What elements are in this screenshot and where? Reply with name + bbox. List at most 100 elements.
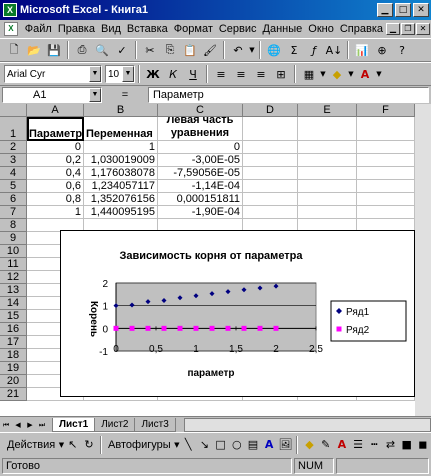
empty-cell[interactable] — [357, 154, 415, 167]
row-header-3[interactable]: 3 — [0, 154, 27, 167]
workbook-minimize-button[interactable]: ▁ — [386, 23, 400, 35]
dash-style-icon[interactable]: ┅ — [366, 435, 382, 455]
empty-cell[interactable] — [357, 180, 415, 193]
excel-icon[interactable]: X — [3, 3, 17, 17]
help-icon[interactable]: ? — [392, 40, 412, 60]
empty-cell[interactable] — [298, 167, 357, 180]
empty-cell[interactable] — [357, 117, 415, 141]
data-cell[interactable]: 1 — [27, 206, 84, 219]
select-objects-icon[interactable]: ↖ — [65, 435, 81, 455]
shadow-icon[interactable]: ■ — [399, 435, 415, 455]
data-cell[interactable]: 0,4 — [27, 167, 84, 180]
row-header-8[interactable]: 8 — [0, 219, 27, 232]
column-header-d[interactable]: D — [243, 104, 298, 117]
3d-icon[interactable]: ◼ — [415, 435, 431, 455]
workbook-restore-button[interactable]: ❐ — [401, 23, 415, 35]
line-icon[interactable]: ╲ — [180, 435, 196, 455]
menu-data[interactable]: Данные — [260, 23, 306, 35]
first-sheet-icon[interactable]: ⏮ — [0, 419, 12, 431]
empty-cell[interactable] — [243, 193, 298, 206]
print-icon[interactable]: ⎙ — [72, 40, 92, 60]
data-cell[interactable]: 0,6 — [27, 180, 84, 193]
row-header-12[interactable]: 12 — [0, 271, 27, 284]
row-header-1[interactable]: 1 — [0, 117, 27, 141]
draw-actions-button[interactable]: Действия — [4, 439, 58, 451]
row-header-10[interactable]: 10 — [0, 245, 27, 258]
chevron-down-icon[interactable]: ▼ — [122, 66, 134, 82]
clipart-icon[interactable]: 🖼 — [277, 435, 293, 455]
empty-cell[interactable] — [243, 117, 298, 141]
empty-cell[interactable] — [298, 117, 357, 141]
bold-icon[interactable]: Ж — [143, 64, 163, 84]
data-cell[interactable]: -1,14E-04 — [158, 180, 243, 193]
empty-cell[interactable] — [357, 206, 415, 219]
paste-icon[interactable]: 📋 — [180, 40, 200, 60]
row-header-5[interactable]: 5 — [0, 180, 27, 193]
cut-icon[interactable]: ✂ — [140, 40, 160, 60]
column-header-b[interactable]: B — [84, 104, 158, 117]
oval-icon[interactable]: ○ — [229, 435, 245, 455]
chevron-down-icon[interactable]: ▼ — [89, 88, 101, 102]
data-cell[interactable]: 1,440095195 — [84, 206, 158, 219]
maximize-button[interactable]: □ — [395, 3, 411, 17]
row-header-13[interactable]: 13 — [0, 284, 27, 297]
workbook-icon[interactable]: X — [4, 22, 18, 36]
data-cell[interactable]: 0 — [158, 141, 243, 154]
data-cell[interactable]: 1,176038078 — [84, 167, 158, 180]
line-style-icon[interactable]: ☰ — [350, 435, 366, 455]
undo-icon[interactable]: ↶ — [228, 40, 248, 60]
header-cell[interactable]: Переменная — [84, 117, 158, 141]
row-header-11[interactable]: 11 — [0, 258, 27, 271]
fill-color-icon[interactable]: ◆ — [301, 435, 317, 455]
sort-ascending-icon[interactable]: A↓ — [324, 40, 344, 60]
merge-center-icon[interactable]: ⊞ — [271, 64, 291, 84]
row-header-17[interactable]: 17 — [0, 336, 27, 349]
column-header-e[interactable]: E — [298, 104, 357, 117]
hyperlink-icon[interactable]: 🌐 — [264, 40, 284, 60]
underline-icon[interactable]: Ч — [183, 64, 203, 84]
spelling-icon[interactable]: ✓ — [112, 40, 132, 60]
align-left-icon[interactable]: ≡ — [211, 64, 231, 84]
chevron-down-icon[interactable]: ▼ — [89, 66, 101, 82]
sheet-tab-1[interactable]: Лист1 — [52, 417, 96, 432]
italic-icon[interactable]: К — [163, 64, 183, 84]
empty-cell[interactable] — [243, 167, 298, 180]
font-color-icon[interactable]: A — [355, 64, 375, 84]
row-header-20[interactable]: 20 — [0, 375, 27, 388]
undo-dropdown-icon[interactable]: ▼ — [248, 40, 256, 60]
last-sheet-icon[interactable]: ⏭ — [36, 419, 48, 431]
empty-cell[interactable] — [357, 141, 415, 154]
empty-cell[interactable] — [298, 206, 357, 219]
next-sheet-icon[interactable]: ▶ — [24, 419, 36, 431]
minimize-button[interactable]: ▁ — [377, 3, 393, 17]
data-cell[interactable]: -1,90E-04 — [158, 206, 243, 219]
free-rotate-icon[interactable]: ↻ — [81, 435, 97, 455]
workbook-close-button[interactable]: ✕ — [416, 23, 430, 35]
open-folder-icon[interactable]: 📂 — [24, 40, 44, 60]
save-icon[interactable]: 💾 — [44, 40, 64, 60]
row-header-6[interactable]: 6 — [0, 193, 27, 206]
zoom-icon[interactable]: ⊕ — [372, 40, 392, 60]
name-box[interactable]: A1 ▼ — [2, 87, 102, 103]
header-cell[interactable]: Левая часть уравнения — [158, 117, 243, 141]
empty-cell[interactable] — [243, 141, 298, 154]
menu-help[interactable]: Справка — [337, 23, 386, 35]
textbox-icon[interactable]: ▤ — [245, 435, 261, 455]
arrow-style-icon[interactable]: ⇄ — [382, 435, 398, 455]
data-cell[interactable]: 1,030019009 — [84, 154, 158, 167]
embedded-chart[interactable]: Зависимость корня от параметра-101200,51… — [60, 230, 415, 397]
empty-cell[interactable] — [243, 206, 298, 219]
autoshapes-button[interactable]: Автофигуры — [105, 439, 174, 451]
menu-edit[interactable]: Правка — [55, 23, 98, 35]
formula-input[interactable]: Параметр — [148, 87, 429, 103]
align-center-icon[interactable]: ≡ — [231, 64, 251, 84]
data-cell[interactable]: 1 — [84, 141, 158, 154]
data-cell[interactable]: 1,234057117 — [84, 180, 158, 193]
line-color-icon[interactable]: ✎ — [318, 435, 334, 455]
menu-view[interactable]: Вид — [98, 23, 124, 35]
row-header-21[interactable]: 21 — [0, 388, 27, 401]
autosum-icon[interactable]: Σ — [284, 40, 304, 60]
empty-cell[interactable] — [298, 154, 357, 167]
new-file-icon[interactable]: 🗋 — [4, 40, 24, 60]
align-right-icon[interactable]: ≡ — [251, 64, 271, 84]
